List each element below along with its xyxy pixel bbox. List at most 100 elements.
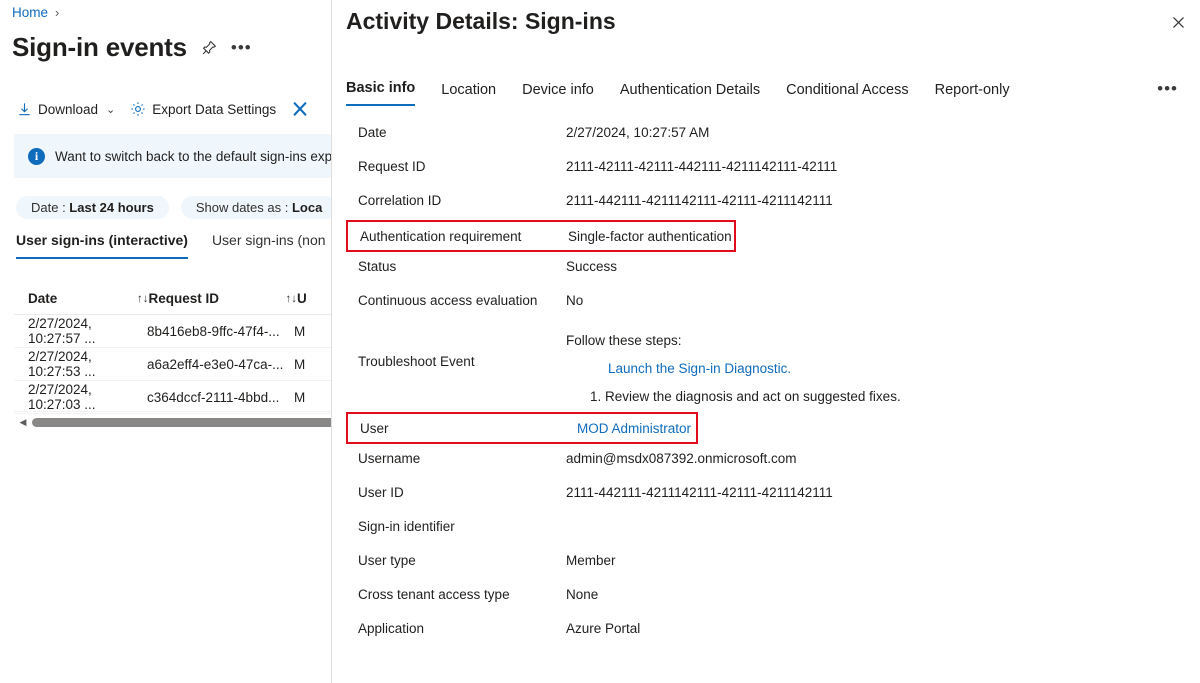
table-row[interactable]: 2/27/2024, 10:27:57 ... 8b416eb8-9ffc-47…	[14, 315, 331, 348]
download-icon	[17, 102, 32, 117]
basic-info-detail-list: Date 2/27/2024, 10:27:57 AM Request ID 2…	[346, 118, 1188, 648]
launch-signin-diagnostic-link[interactable]: Launch the Sign-in Diagnostic.	[566, 355, 901, 383]
scroll-left-arrow-icon[interactable]: ◀	[14, 417, 32, 428]
cell-user: M	[294, 323, 306, 339]
detail-value-request-id: 2111-42111-42111-442111-4211142111-42111	[566, 159, 838, 174]
detail-label-user: User	[360, 420, 389, 436]
detail-label-troubleshoot-event: Troubleshoot Event	[358, 354, 475, 369]
export-data-settings-label: Export Data Settings	[152, 101, 277, 117]
detail-row-troubleshoot-event: Troubleshoot Event Follow these steps: L…	[346, 320, 1188, 412]
page-title: Sign-in events	[12, 32, 187, 62]
cell-date: 2/27/2024, 10:27:53 ...	[28, 349, 96, 379]
sort-icon-request-id[interactable]: ↑↓	[286, 293, 298, 305]
detail-value-correlation-id: 2111-442111-4211142111-42111-4211142111	[566, 193, 833, 208]
tab-user-signins-non-interactive[interactable]: User sign-ins (non	[212, 232, 326, 259]
sort-icon-date[interactable]: ↑↓	[137, 293, 149, 305]
download-button[interactable]: Download ⌄	[14, 100, 118, 119]
detail-value-continuous-access-evaluation: No	[566, 293, 584, 308]
panel-title: Activity Details: Sign-ins	[346, 8, 616, 34]
detail-row-signin-identifier: Sign-in identifier	[346, 512, 1188, 546]
cell-request-id: a6a2eff4-e3e0-47ca-...	[147, 356, 284, 372]
detail-value-user-type: Member	[566, 553, 616, 568]
tab-device-info[interactable]: Device info	[522, 82, 594, 106]
chevron-down-icon: ⌄	[106, 103, 116, 116]
tab-report-only[interactable]: Report-only	[935, 82, 1010, 106]
filter-pill-date-value: Last 24 hours	[69, 200, 154, 215]
command-bar: Download ⌄ Export Data Settings	[14, 98, 312, 120]
table-horizontal-scrollbar[interactable]: ◀	[14, 411, 331, 432]
activity-details-panel: Activity Details: Sign-ins Basic info Lo…	[331, 0, 1200, 683]
detail-label-date: Date	[358, 125, 387, 140]
tab-user-signins-interactive[interactable]: User sign-ins (interactive)	[16, 232, 188, 259]
panel-tabs-more-icon[interactable]: •••	[1157, 80, 1178, 97]
detail-label-cross-tenant-access-type: Cross tenant access type	[358, 587, 510, 602]
filter-pill-show-dates-as[interactable]: Show dates as : Loca	[180, 196, 331, 219]
detail-label-correlation-id: Correlation ID	[358, 193, 442, 208]
signin-type-tabs: User sign-ins (interactive) User sign-in…	[16, 232, 326, 259]
tab-authentication-details[interactable]: Authentication Details	[620, 82, 760, 106]
cell-date: 2/27/2024, 10:27:57 ...	[28, 316, 96, 346]
detail-value-user-id: 2111-442111-4211142111-42111-4211142111	[566, 485, 833, 500]
filter-pill-row: Date : Last 24 hours Show dates as : Loc…	[16, 196, 331, 219]
cell-date: 2/27/2024, 10:27:03 ...	[28, 382, 96, 412]
detail-label-continuous-access-evaluation: Continuous access evaluation	[358, 293, 538, 308]
column-header-date[interactable]: Date	[14, 291, 147, 306]
troubleshoot-intro: Follow these steps:	[566, 333, 682, 348]
detail-value-application: Azure Portal	[566, 621, 641, 636]
tab-location[interactable]: Location	[441, 82, 496, 106]
column-header-request-id[interactable]: Request ID	[149, 291, 296, 306]
filter-pill-date[interactable]: Date : Last 24 hours	[16, 196, 169, 219]
download-label: Download	[38, 101, 99, 117]
detail-label-signin-identifier: Sign-in identifier	[358, 519, 455, 534]
detail-value-cross-tenant-access-type: None	[566, 587, 599, 602]
table-row[interactable]: 2/27/2024, 10:27:03 ... c364dccf-2111-4b…	[14, 381, 331, 414]
filter-pill-date-label: Date :	[31, 200, 70, 215]
tab-basic-info[interactable]: Basic info	[346, 80, 416, 106]
column-header-user[interactable]: U	[297, 291, 331, 306]
detail-row-user-type: User type Member	[346, 546, 1188, 580]
detail-value-authentication-requirement: Single-factor authentication	[568, 228, 732, 244]
detail-row-username: Username admin@msdx087392.onmicrosoft.co…	[346, 444, 1188, 478]
breadcrumb-separator-icon: ›	[55, 5, 60, 20]
info-icon: i	[28, 147, 45, 165]
page-more-icon[interactable]: •••	[231, 39, 252, 56]
panel-tab-list: Basic info Location Device info Authenti…	[346, 80, 1010, 106]
detail-row-application: Application Azure Portal	[346, 614, 1188, 648]
detail-label-status: Status	[358, 259, 397, 274]
tab-conditional-access[interactable]: Conditional Access	[786, 82, 909, 106]
cell-user: M	[294, 389, 306, 405]
detail-value-date: 2/27/2024, 10:27:57 AM	[566, 125, 710, 140]
page-title-row: Sign-in events •••	[12, 32, 252, 63]
detail-row-cross-tenant-access-type: Cross tenant access type None	[346, 580, 1188, 614]
detail-row-continuous-access-evaluation: Continuous access evaluation No	[346, 286, 1188, 320]
cell-user: M	[294, 356, 306, 372]
table-row[interactable]: 2/27/2024, 10:27:53 ... a6a2eff4-e3e0-47…	[14, 348, 331, 381]
breadcrumb-home-link[interactable]: Home	[12, 5, 48, 20]
detail-label-application: Application	[358, 621, 425, 636]
scrollbar-thumb[interactable]	[32, 417, 331, 427]
detail-label-user-id: User ID	[358, 485, 404, 500]
signin-events-table: Date ↑↓ Request ID ↑↓ U 2/27/2024, 10:27…	[14, 283, 331, 414]
troubleshoot-step-1: 1. Review the diagnosis and act on sugge…	[590, 389, 901, 405]
export-data-settings-button[interactable]: Export Data Settings	[127, 99, 279, 119]
pin-icon[interactable]	[201, 40, 217, 56]
troubleshoot-content: Follow these steps: Launch the Sign-in D…	[566, 320, 901, 412]
info-banner-text: Want to switch back to the default sign-…	[55, 148, 331, 164]
detail-row-request-id: Request ID 2111-42111-42111-442111-42111…	[346, 152, 1188, 186]
filter-pill-show-dates-value: Loca	[291, 200, 323, 215]
close-icon[interactable]	[1164, 8, 1192, 36]
detail-value-status: Success	[566, 259, 618, 274]
detail-label-authentication-requirement: Authentication requirement	[360, 228, 522, 244]
detail-row-correlation-id: Correlation ID 2111-442111-4211142111-42…	[346, 186, 1188, 220]
signin-events-page: Home › Sign-in events ••• Download ⌄ Exp…	[0, 0, 331, 683]
detail-row-status: Status Success	[346, 252, 1188, 286]
detail-row-authentication-requirement-highlighted: Authentication requirement Single-factor…	[346, 220, 736, 252]
table-header-row: Date ↑↓ Request ID ↑↓ U	[14, 283, 331, 315]
cell-request-id: 8b416eb8-9ffc-47f4-...	[147, 323, 280, 339]
troubleshoot-wrench-icon[interactable]	[288, 98, 312, 120]
detail-value-username: admin@msdx087392.onmicrosoft.com	[566, 451, 797, 466]
detail-value-user-link[interactable]: MOD Administrator	[568, 421, 691, 436]
info-banner: i Want to switch back to the default sig…	[14, 134, 331, 178]
detail-row-user-id: User ID 2111-442111-4211142111-42111-421…	[346, 478, 1188, 512]
gear-icon	[130, 101, 146, 117]
